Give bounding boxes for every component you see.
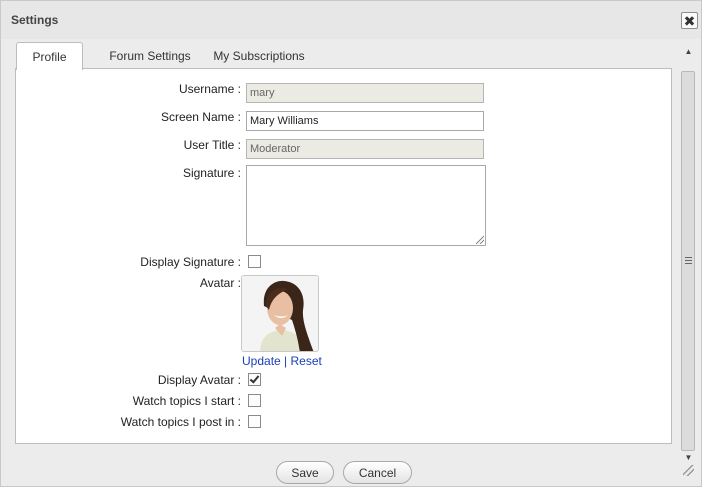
cancel-button[interactable]: Cancel <box>343 461 412 484</box>
screen-name-label: Screen Name : <box>160 110 241 124</box>
tab-forum-settings[interactable]: Forum Settings <box>96 42 204 69</box>
tab-profile[interactable]: Profile <box>16 42 83 70</box>
dialog-title: Settings <box>11 13 59 27</box>
scroll-down-arrow-icon[interactable]: ▼ <box>680 450 697 464</box>
watch-topics-post-checkbox[interactable] <box>248 415 261 428</box>
watch-topics-start-checkbox[interactable] <box>248 394 261 407</box>
tab-my-subscriptions[interactable]: My Subscriptions <box>209 42 309 69</box>
close-button[interactable]: ✖ <box>681 12 698 29</box>
display-signature-checkbox[interactable] <box>248 255 261 268</box>
profile-panel: Username : Screen Name : User Title : Si… <box>15 68 672 444</box>
username-field[interactable] <box>246 83 484 103</box>
checkmark-icon <box>249 373 260 384</box>
vertical-scrollbar[interactable]: ▲ ▼ <box>680 42 697 478</box>
avatar-reset-link[interactable]: Reset <box>291 354 322 368</box>
scroll-up-arrow-icon[interactable]: ▲ <box>680 44 697 58</box>
user-title-field[interactable] <box>246 139 484 159</box>
resize-handle-icon[interactable] <box>476 236 484 244</box>
thumb-grip-icon <box>685 257 692 264</box>
avatar-image <box>241 275 319 352</box>
user-title-label: User Title : <box>183 138 241 152</box>
watch-topics-start-label: Watch topics I start : <box>132 394 241 408</box>
watch-topics-post-label: Watch topics I post in : <box>120 415 241 429</box>
dialog-titlebar[interactable]: Settings ✖ <box>1 1 701 39</box>
scrollbar-thumb[interactable] <box>681 71 695 451</box>
close-icon: ✖ <box>683 12 696 29</box>
display-avatar-label: Display Avatar : <box>157 373 241 387</box>
dialog-resize-grip-icon[interactable] <box>683 465 694 476</box>
avatar-portrait-icon <box>242 276 318 351</box>
signature-label: Signature : <box>182 166 241 180</box>
screen-name-field[interactable] <box>246 111 484 131</box>
settings-dialog: Settings ✖ Profile Forum Settings My Sub… <box>0 0 702 487</box>
signature-textarea[interactable] <box>246 165 486 246</box>
save-button[interactable]: Save <box>276 461 334 484</box>
username-label: Username : <box>178 82 241 96</box>
avatar-links: Update | Reset <box>242 354 322 368</box>
avatar-update-link[interactable]: Update <box>242 354 281 368</box>
display-avatar-checkbox[interactable] <box>248 373 261 386</box>
avatar-link-separator: | <box>284 354 288 368</box>
avatar-label: Avatar : <box>199 276 241 290</box>
display-signature-label: Display Signature : <box>140 255 241 269</box>
